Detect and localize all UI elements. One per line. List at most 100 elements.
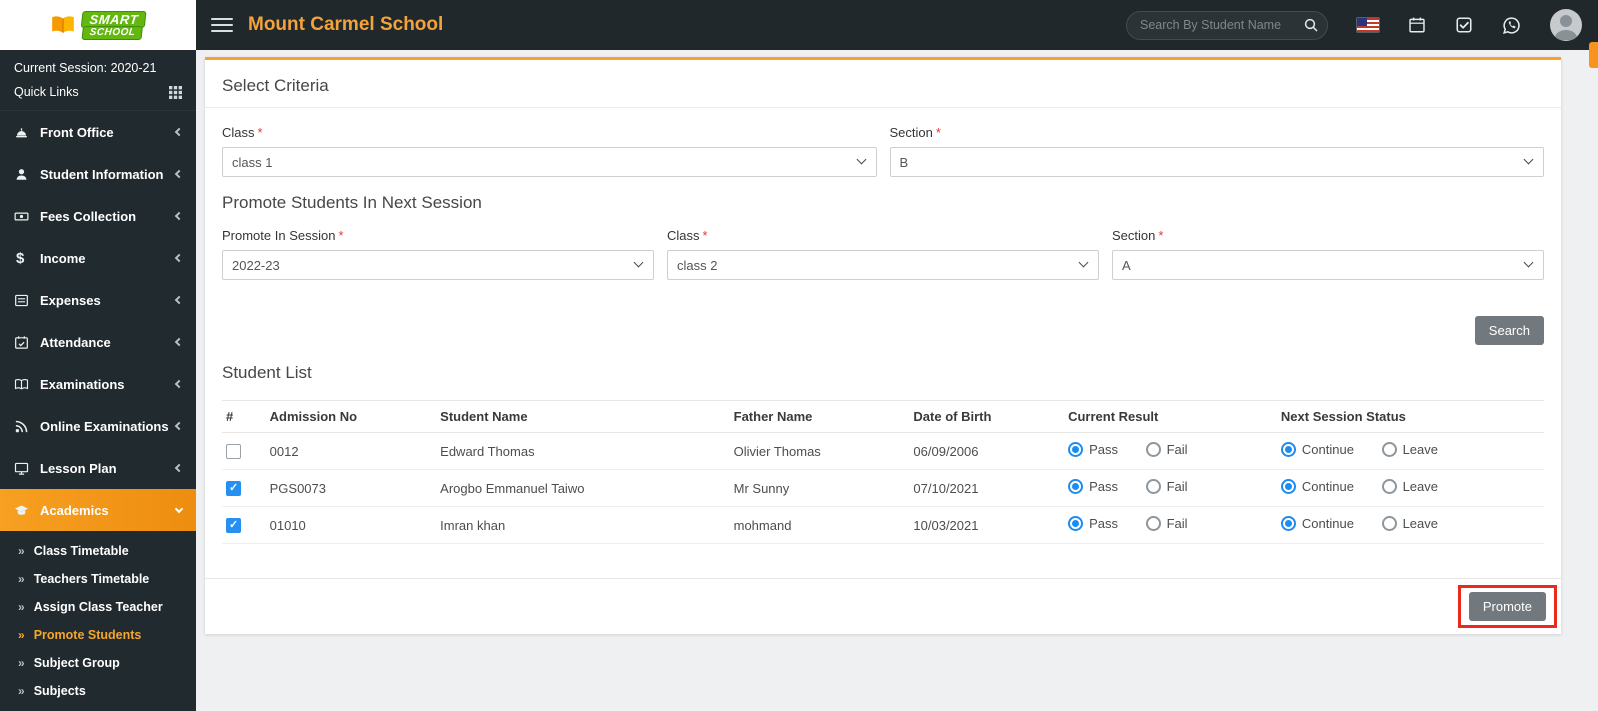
sidebar-subitem-class-timetable[interactable]: » Class Timetable	[0, 537, 196, 565]
promote-session-field: Promote In Session 2022-23	[222, 228, 654, 280]
pass-radio-option[interactable]: Pass	[1068, 516, 1118, 531]
brand-line-1: SMART	[80, 10, 148, 28]
col-current-result: Current Result	[1064, 400, 1277, 433]
student-name: Imran khan	[436, 506, 730, 544]
fail-radio[interactable]	[1145, 516, 1161, 531]
continue-radio[interactable]	[1280, 442, 1296, 457]
student-name: Edward Thomas	[436, 432, 730, 470]
promote-button[interactable]: Promote	[1468, 592, 1546, 621]
promote-class-select[interactable]: class 2	[667, 250, 1099, 280]
fail-radio[interactable]	[1145, 479, 1161, 494]
double-arrow-icon: »	[18, 572, 25, 586]
sidebar-subitem-subject-group[interactable]: » Subject Group	[0, 649, 196, 677]
admission-no: PGS0073	[265, 469, 437, 507]
brand-text: SMART SCHOOL	[80, 10, 148, 40]
school-name: Mount Carmel School	[248, 14, 444, 35]
hamburger-icon[interactable]	[211, 14, 233, 36]
promote-section-select[interactable]: A	[1112, 250, 1544, 280]
promote-form-row: Promote In Session 2022-23 Class class 2…	[222, 228, 1544, 280]
table-row: 01010 Imran khan mohmand 10/03/2021 Pass…	[222, 506, 1544, 544]
leave-radio[interactable]	[1381, 479, 1397, 494]
promote-session-select[interactable]: 2022-23	[222, 250, 654, 280]
student-table: # Admission No Student Name Father Name …	[222, 400, 1544, 544]
search-row: Search	[222, 316, 1544, 345]
student-search	[1126, 10, 1328, 40]
app-logo[interactable]: SMART SCHOOL	[0, 0, 196, 50]
father-name: Mr Sunny	[729, 469, 910, 507]
sidebar-subitem-assign-class-teacher[interactable]: » Assign Class Teacher	[0, 593, 196, 621]
promote-class-label: Class	[667, 228, 1099, 243]
row-checkbox[interactable]	[226, 481, 241, 497]
class-field: Class class 1	[222, 125, 877, 177]
calendar-icon[interactable]	[1408, 16, 1426, 34]
current-session-label: Current Session: 2020-21	[14, 61, 157, 75]
card-footer: Promote	[205, 578, 1561, 630]
fail-radio[interactable]	[1145, 442, 1161, 457]
theme-settings-tab[interactable]	[1589, 42, 1598, 68]
row-checkbox[interactable]	[226, 444, 241, 460]
continue-radio-option[interactable]: Continue	[1280, 442, 1354, 457]
us-flag-icon[interactable]	[1357, 18, 1379, 32]
promote-class-field: Class class 2	[667, 228, 1099, 280]
sidebar-item-lesson-plan[interactable]: Lesson Plan	[0, 447, 196, 489]
fail-radio-option[interactable]: Fail	[1145, 516, 1188, 531]
sidebar-item-front-office[interactable]: Front Office	[0, 111, 196, 153]
search-input[interactable]	[1127, 18, 1295, 32]
sidebar-item-online-examinations[interactable]: Online Examinations	[0, 405, 196, 447]
user-avatar-icon[interactable]	[1550, 9, 1582, 41]
criteria-form-row: Class class 1 Section B	[222, 125, 1544, 177]
row-checkbox[interactable]	[226, 518, 241, 534]
continue-radio-option[interactable]: Continue	[1280, 516, 1354, 531]
continue-radio-option[interactable]: Continue	[1280, 479, 1354, 494]
continue-radio[interactable]	[1280, 516, 1296, 531]
sidebar-item-student-information[interactable]: Student Information	[0, 153, 196, 195]
col-father-name: Father Name	[729, 400, 910, 433]
section-select[interactable]: B	[889, 147, 1544, 177]
leave-radio[interactable]	[1381, 516, 1397, 531]
class-select[interactable]: class 1	[222, 147, 877, 177]
sidebar-item-examinations[interactable]: Examinations	[0, 363, 196, 405]
continue-radio[interactable]	[1280, 479, 1296, 494]
magnifier-icon[interactable]	[1295, 12, 1327, 39]
quick-links[interactable]: Quick Links	[0, 78, 196, 111]
leave-radio-option[interactable]: Leave	[1381, 479, 1438, 494]
sidebar-item-expenses[interactable]: Expenses	[0, 279, 196, 321]
table-header-row: # Admission No Student Name Father Name …	[222, 400, 1544, 433]
pass-radio[interactable]	[1068, 516, 1084, 531]
sidebar-subitem-promote-students[interactable]: » Promote Students	[0, 621, 196, 649]
leave-radio[interactable]	[1381, 442, 1397, 457]
sidebar-subitem-teachers-timetable[interactable]: » Teachers Timetable	[0, 565, 196, 593]
sidebar-item-income[interactable]: $ Income	[0, 237, 196, 279]
pass-radio-option[interactable]: Pass	[1068, 442, 1118, 457]
task-check-icon[interactable]	[1455, 16, 1473, 34]
search-button[interactable]: Search	[1474, 316, 1544, 345]
chevron-left-icon	[174, 337, 184, 347]
rss-icon	[14, 419, 40, 434]
father-name: mohmand	[729, 506, 910, 544]
leave-radio-option[interactable]: Leave	[1381, 516, 1438, 531]
chevron-left-icon	[174, 127, 184, 137]
fail-radio-option[interactable]: Fail	[1145, 442, 1188, 457]
calendar-check-icon	[14, 335, 40, 350]
chevron-left-icon	[174, 463, 184, 473]
promote-section-field: Section A	[1112, 228, 1544, 280]
expense-list-icon	[14, 293, 40, 308]
double-arrow-icon: »	[18, 684, 25, 698]
graduation-cap-icon	[14, 503, 40, 518]
pass-radio[interactable]	[1068, 479, 1084, 494]
pass-radio[interactable]	[1068, 442, 1084, 457]
leave-radio-option[interactable]: Leave	[1381, 442, 1438, 457]
sidebar-subitem-subjects[interactable]: » Subjects	[0, 677, 196, 705]
select-criteria-title: Select Criteria	[222, 76, 329, 95]
brand-line-2: SCHOOL	[82, 25, 144, 40]
date-of-birth: 10/03/2021	[909, 506, 1065, 544]
sidebar-item-attendance[interactable]: Attendance	[0, 321, 196, 363]
sidebar-item-academics[interactable]: Academics	[0, 489, 196, 531]
fail-radio-option[interactable]: Fail	[1145, 479, 1188, 494]
chat-icon[interactable]	[1502, 16, 1521, 35]
student-name: Arogbo Emmanuel Taiwo	[436, 469, 730, 507]
double-arrow-icon: »	[18, 656, 25, 670]
dollar-icon: $	[16, 249, 25, 267]
pass-radio-option[interactable]: Pass	[1068, 479, 1118, 494]
sidebar-item-fees-collection[interactable]: Fees Collection	[0, 195, 196, 237]
